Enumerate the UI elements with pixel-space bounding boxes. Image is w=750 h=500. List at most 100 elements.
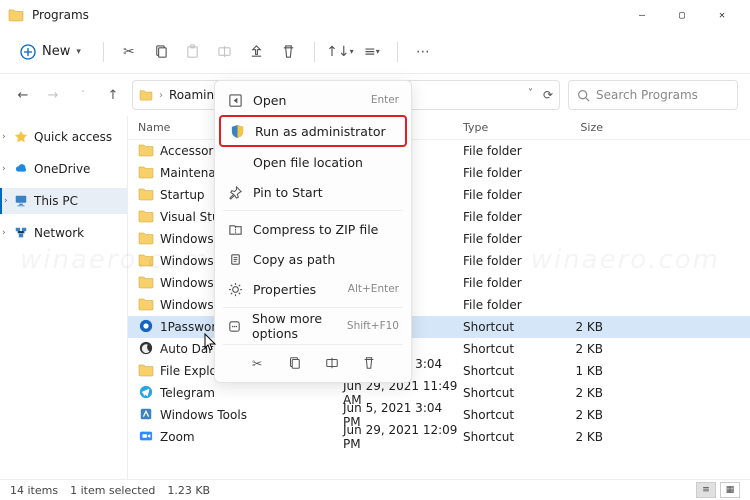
- view-details-button[interactable]: ≡: [696, 482, 716, 498]
- cloud-icon: [14, 162, 28, 176]
- file-row[interactable]: ZoomJun 29, 2021 12:09 PMShortcut2 KB: [128, 426, 750, 448]
- file-size: 2 KB: [543, 430, 613, 444]
- title-bar: Programs — ▢ ✕: [0, 0, 750, 30]
- copy-icon[interactable]: [285, 354, 303, 372]
- rename-icon[interactable]: [214, 41, 236, 63]
- chevron-right-icon: ›: [2, 132, 6, 142]
- file-size: 2 KB: [543, 408, 613, 422]
- cut-icon[interactable]: ✂: [248, 354, 266, 372]
- chevron-right-icon: ›: [159, 90, 163, 101]
- file-icon: [138, 319, 154, 336]
- ctx-run-as-admin[interactable]: Run as administrator: [219, 115, 407, 147]
- chevron-right-icon: ›: [4, 196, 8, 206]
- file-size: 2 KB: [543, 386, 613, 400]
- blank-icon: [227, 154, 243, 170]
- search-box[interactable]: Search Programs: [568, 80, 738, 110]
- ctx-item-accel: Shift+F10: [347, 320, 399, 332]
- nav-item-label: This PC: [34, 194, 78, 208]
- file-size: 2 KB: [543, 320, 613, 334]
- chevron-right-icon: ›: [2, 228, 6, 238]
- refresh-icon[interactable]: ⟳: [543, 88, 553, 102]
- ctx-open[interactable]: Open Enter: [219, 85, 407, 115]
- properties-icon: [227, 281, 243, 297]
- file-type: File folder: [463, 276, 543, 290]
- file-icon: [138, 187, 154, 204]
- copy-path-icon: [227, 251, 243, 267]
- recent-locations-button[interactable]: ˅: [72, 84, 94, 106]
- ctx-show-more[interactable]: Show more options Shift+F10: [219, 311, 407, 341]
- window-title: Programs: [32, 8, 622, 22]
- file-icon: [138, 165, 154, 182]
- nav-item-quick-access[interactable]: › Quick access: [0, 124, 127, 150]
- file-icon: [138, 143, 154, 160]
- open-icon: [227, 92, 243, 108]
- rename-icon[interactable]: [323, 354, 341, 372]
- minimize-button[interactable]: —: [622, 0, 662, 30]
- file-icon: [138, 275, 154, 292]
- delete-icon[interactable]: [360, 354, 378, 372]
- file-icon: [138, 209, 154, 226]
- file-icon: [138, 385, 154, 402]
- new-button[interactable]: New ▾: [12, 37, 89, 67]
- chevron-right-icon: ›: [2, 164, 6, 174]
- up-button[interactable]: ↑: [102, 84, 124, 106]
- ctx-item-label: Run as administrator: [255, 124, 386, 139]
- divider: [223, 307, 403, 308]
- paste-icon[interactable]: [182, 41, 204, 63]
- delete-icon[interactable]: [278, 41, 300, 63]
- view-thumbnails-button[interactable]: ▦: [720, 482, 740, 498]
- ctx-item-label: Open file location: [253, 155, 363, 170]
- chevron-down-icon: ▾: [76, 47, 81, 57]
- cut-icon[interactable]: ✂: [118, 41, 140, 63]
- view-icon[interactable]: ≡ ▾: [361, 41, 383, 63]
- file-type: File folder: [463, 232, 543, 246]
- file-icon: [138, 363, 154, 380]
- file-type: Shortcut: [463, 364, 543, 378]
- breadcrumb-dropdown-icon[interactable]: ˅: [528, 88, 533, 102]
- nav-item-onedrive[interactable]: › OneDrive: [0, 156, 127, 182]
- nav-item-this-pc[interactable]: › This PC: [0, 188, 127, 214]
- file-size: 2 KB: [543, 342, 613, 356]
- forward-button[interactable]: →: [42, 84, 64, 106]
- nav-item-label: Quick access: [34, 130, 112, 144]
- file-icon: [138, 341, 154, 358]
- copy-icon[interactable]: [150, 41, 172, 63]
- star-icon: [14, 130, 28, 144]
- col-header-size[interactable]: Size: [543, 121, 613, 134]
- back-button[interactable]: ←: [12, 84, 34, 106]
- file-name: Windows Tools: [160, 408, 247, 422]
- ctx-item-label: Show more options: [252, 311, 337, 341]
- sort-icon[interactable]: ↑↓ ▾: [329, 41, 351, 63]
- share-icon[interactable]: [246, 41, 268, 63]
- maximize-button[interactable]: ▢: [662, 0, 702, 30]
- ctx-compress-zip[interactable]: Compress to ZIP file: [219, 214, 407, 244]
- ctx-copy-path[interactable]: Copy as path: [219, 244, 407, 274]
- network-icon: [14, 226, 28, 240]
- divider: [314, 42, 315, 62]
- close-button[interactable]: ✕: [702, 0, 742, 30]
- ctx-pin-to-start[interactable]: Pin to Start: [219, 177, 407, 207]
- file-icon: [138, 297, 154, 314]
- new-button-label: New: [42, 44, 70, 59]
- more-icon[interactable]: ⋯: [412, 41, 434, 63]
- search-placeholder: Search Programs: [596, 88, 698, 102]
- status-bar: 14 items 1 item selected 1.23 KB ≡ ▦: [0, 479, 750, 500]
- ctx-item-label: Compress to ZIP file: [253, 222, 378, 237]
- plus-icon: [20, 44, 36, 60]
- ctx-open-location[interactable]: Open file location: [219, 147, 407, 177]
- nav-pane: › Quick access › OneDrive › This PC › Ne…: [0, 116, 128, 479]
- ctx-properties[interactable]: Properties Alt+Enter: [219, 274, 407, 304]
- file-type: Shortcut: [463, 386, 543, 400]
- file-type: File folder: [463, 188, 543, 202]
- file-type: Shortcut: [463, 430, 543, 444]
- file-name: Startup: [160, 188, 205, 202]
- col-header-type[interactable]: Type: [463, 121, 543, 134]
- file-type: File folder: [463, 210, 543, 224]
- monitor-icon: [14, 194, 28, 208]
- file-name: Zoom: [160, 430, 195, 444]
- ctx-item-accel: Alt+Enter: [348, 283, 399, 295]
- divider: [397, 42, 398, 62]
- file-type: File folder: [463, 298, 543, 312]
- divider: [223, 344, 403, 345]
- nav-item-network[interactable]: › Network: [0, 220, 127, 246]
